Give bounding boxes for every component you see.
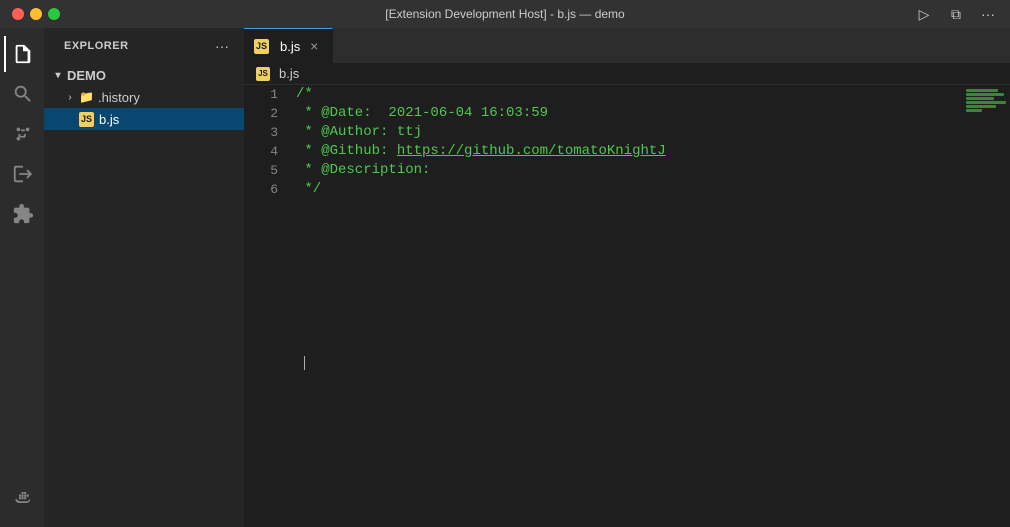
- js-file-icon: JS: [79, 112, 94, 127]
- minimap-line-2: [966, 93, 1004, 96]
- sidebar-more-button[interactable]: ···: [212, 36, 232, 56]
- editor-content[interactable]: 1 2 3 4 5 6 /* * @Date: 2021-06-04 16:03…: [244, 85, 1010, 306]
- tab-bjs[interactable]: JS b.js ×: [244, 28, 333, 63]
- minimap-content: [966, 89, 1006, 113]
- chevron-down-icon: ▾: [52, 70, 64, 81]
- root-folder-label: DEMO: [67, 68, 106, 83]
- minimap-line-5: [966, 105, 996, 108]
- title-bar-actions: ▷ ⧉ ···: [910, 3, 1002, 25]
- activity-search[interactable]: [4, 76, 40, 112]
- window-title: [Extension Development Host] - b.js — de…: [385, 7, 624, 21]
- traffic-lights: [12, 8, 60, 20]
- maximize-button[interactable]: [48, 8, 60, 20]
- breadcrumb-filename: b.js: [279, 66, 299, 81]
- close-button[interactable]: [12, 8, 24, 20]
- run-debug-icon: [12, 163, 34, 185]
- code-url[interactable]: https://github.com/tomatoKnightJ: [397, 142, 666, 161]
- search-icon: [12, 83, 34, 105]
- source-control-icon: [12, 123, 34, 145]
- minimize-button[interactable]: [30, 8, 42, 20]
- breadcrumb-bar: JS b.js: [244, 63, 1010, 85]
- line-num-2: 2: [244, 104, 278, 123]
- activity-extensions[interactable]: [4, 196, 40, 232]
- sidebar-header-icons: ···: [212, 36, 232, 56]
- code-line-2: * @Date: 2021-06-04 16:03:59: [296, 104, 960, 123]
- bjs-label: b.js: [99, 112, 119, 127]
- minimap: [960, 85, 1010, 306]
- breadcrumb-js-icon: JS: [256, 67, 270, 81]
- code-token: * @Author: ttj: [296, 123, 422, 142]
- line-num-3: 3: [244, 123, 278, 142]
- code-line-1: /*: [296, 85, 960, 104]
- tab-filename: b.js: [280, 39, 300, 54]
- line-num-4: 4: [244, 142, 278, 161]
- line-num-1: 1: [244, 85, 278, 104]
- main-layout: EXPLORER ··· ▾ DEMO › 📁 .history JS b.js: [0, 28, 1010, 527]
- sidebar: EXPLORER ··· ▾ DEMO › 📁 .history JS b.js: [44, 28, 244, 527]
- extensions-icon: [12, 203, 34, 225]
- chevron-right-icon: ›: [64, 92, 76, 103]
- sidebar-item-bjs[interactable]: JS b.js: [44, 108, 244, 130]
- activity-docker[interactable]: [4, 481, 40, 517]
- code-token: * @Github:: [296, 142, 397, 161]
- line-numbers: 1 2 3 4 5 6: [244, 85, 288, 306]
- code-line-6: */: [296, 180, 960, 199]
- code-line-5: * @Description:: [296, 161, 960, 180]
- tab-close-button[interactable]: ×: [306, 38, 322, 54]
- activity-explorer[interactable]: [4, 36, 40, 72]
- code-token: * @Date: 2021-06-04 16:03:59: [296, 104, 548, 123]
- minimap-line-1: [966, 89, 998, 92]
- code-token: * @Description:: [296, 161, 430, 180]
- minimap-line-3: [966, 97, 994, 100]
- code-token: */: [296, 180, 321, 199]
- editor-empty-space[interactable]: [244, 306, 1010, 527]
- tab-js-icon: JS: [254, 39, 269, 54]
- run-button[interactable]: ▷: [910, 3, 938, 25]
- root-folder[interactable]: ▾ DEMO: [44, 64, 244, 86]
- sidebar-header: EXPLORER ···: [44, 28, 244, 64]
- editor-area: JS b.js × JS b.js 1 2 3 4 5 6 /*: [244, 28, 1010, 527]
- history-folder-label: .history: [98, 90, 140, 105]
- line-num-6: 6: [244, 180, 278, 199]
- file-tree: ▾ DEMO › 📁 .history JS b.js: [44, 64, 244, 527]
- code-line-4: * @Github: https://github.com/tomatoKnig…: [296, 142, 960, 161]
- code-token: /*: [296, 85, 313, 104]
- sidebar-item-history[interactable]: › 📁 .history: [44, 86, 244, 108]
- text-cursor: [304, 356, 305, 370]
- minimap-line-4: [966, 101, 1006, 104]
- line-num-5: 5: [244, 161, 278, 180]
- activity-source-control[interactable]: [4, 116, 40, 152]
- activity-run[interactable]: [4, 156, 40, 192]
- activity-bar: [0, 28, 44, 527]
- docker-icon: [12, 488, 34, 510]
- folder-icon: 📁: [79, 90, 94, 104]
- activity-bottom: [4, 481, 40, 527]
- layout-button[interactable]: ⧉: [942, 3, 970, 25]
- more-actions-button[interactable]: ···: [974, 3, 1002, 25]
- files-icon: [12, 43, 34, 65]
- code-line-3: * @Author: ttj: [296, 123, 960, 142]
- minimap-line-6: [966, 109, 982, 112]
- title-bar: [Extension Development Host] - b.js — de…: [0, 0, 1010, 28]
- code-area[interactable]: /* * @Date: 2021-06-04 16:03:59 * @Autho…: [288, 85, 960, 306]
- tab-bar: JS b.js ×: [244, 28, 1010, 63]
- sidebar-title: EXPLORER: [64, 40, 129, 52]
- cursor-area: [244, 306, 1010, 370]
